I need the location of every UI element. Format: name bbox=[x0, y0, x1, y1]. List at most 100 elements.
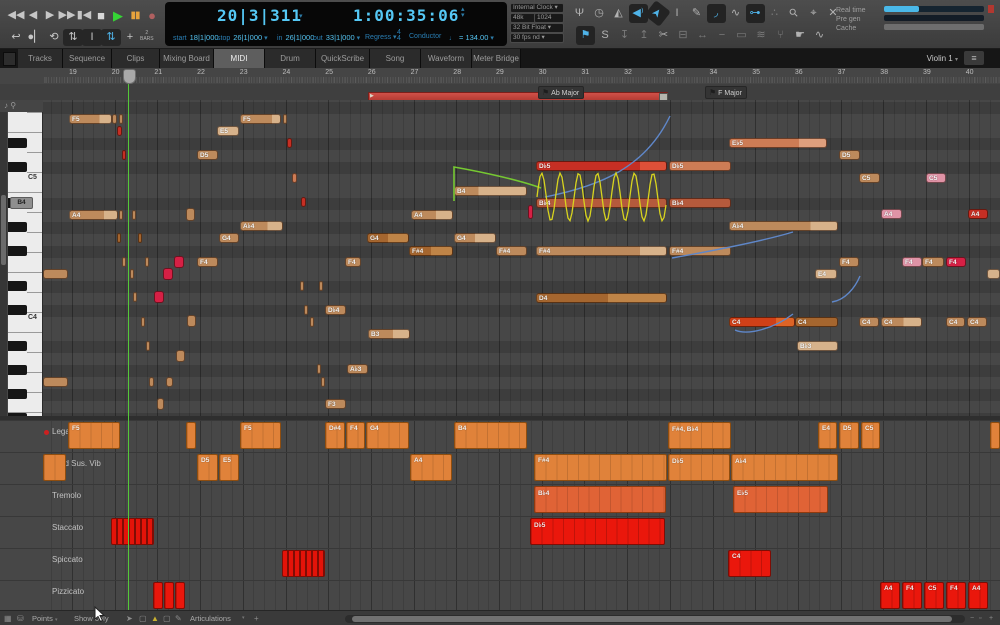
midi-note-G4[interactable]: G4 bbox=[454, 233, 496, 243]
midi-note[interactable] bbox=[119, 210, 123, 220]
key-tool[interactable]: ⊶ bbox=[745, 4, 765, 23]
sample-rate-select[interactable]: 48k bbox=[510, 13, 536, 23]
metronome-icon[interactable]: ◭ bbox=[609, 4, 628, 23]
add-button[interactable]: + bbox=[120, 29, 140, 46]
mic-icon[interactable]: Ψ bbox=[570, 4, 589, 23]
articulations-menu[interactable]: Articulations bbox=[190, 611, 231, 625]
insert-mode-button[interactable]: I bbox=[82, 29, 102, 46]
merge-tool[interactable]: − bbox=[713, 26, 732, 45]
out-field[interactable]: out 33|1|000 ▾ bbox=[313, 33, 360, 42]
articulation-block-F4[interactable]: F4 bbox=[902, 582, 922, 609]
piano-roll-grid[interactable]: F5 F5 E5 D5 A4 A♭4 G4 F4 F4 D♭4 B3 A♭3 F3 D♭5 D♭5 B4 B♭4… bbox=[0, 100, 1000, 416]
black-key[interactable] bbox=[8, 305, 27, 315]
marker-strip[interactable]: ▶ ⚑ Ab Major ⚑ F Major bbox=[0, 84, 1000, 102]
midi-note-F5[interactable]: F5 bbox=[69, 114, 112, 124]
tempo-field[interactable]: ♩ = 134.00 ▾ bbox=[449, 33, 494, 42]
midi-note-B3[interactable]: B3 bbox=[368, 329, 410, 339]
articulation-block[interactable] bbox=[282, 550, 325, 577]
articulation-block[interactable] bbox=[990, 422, 1000, 449]
midi-note-A4[interactable]: A4 bbox=[411, 210, 453, 220]
midi-note-A4[interactable]: A4 bbox=[968, 209, 988, 219]
articulation-block-D♭5[interactable]: D♭5 bbox=[530, 518, 665, 545]
crosshair-tool[interactable]: ⌖ bbox=[804, 4, 823, 23]
midi-note-D5[interactable]: D5 bbox=[839, 150, 860, 160]
note-icon[interactable]: ♪ ⚲ bbox=[4, 101, 16, 110]
trim-tool[interactable]: ⊟ bbox=[674, 26, 693, 45]
tab-tracks[interactable]: Tracks bbox=[18, 49, 63, 68]
black-key[interactable] bbox=[8, 365, 27, 375]
midi-note-E4[interactable] bbox=[987, 269, 1000, 279]
midi-note-F#4[interactable]: F#4 bbox=[536, 246, 667, 256]
midi-note-B♭4[interactable]: B♭4 bbox=[536, 198, 667, 208]
piano-keyboard[interactable]: C5 C4 B4 bbox=[8, 102, 43, 416]
lfo-tool[interactable]: ∿ bbox=[810, 26, 829, 45]
bar-beat-tick-counter[interactable]: 20|3|311 bbox=[217, 6, 302, 25]
articulation-block-D♭5[interactable]: D♭5 bbox=[668, 454, 730, 481]
midi-note[interactable] bbox=[310, 317, 314, 327]
horizontal-scrollbar[interactable] bbox=[345, 615, 965, 623]
key-signature-marker[interactable]: ⚑ Ab Major bbox=[538, 86, 585, 99]
pointer-filter-icon[interactable]: ➤ bbox=[126, 611, 133, 625]
articulation-block[interactable] bbox=[153, 582, 163, 609]
midi-note[interactable] bbox=[119, 114, 123, 124]
pen-filter-icon[interactable]: ✎ bbox=[175, 611, 182, 625]
midi-note[interactable] bbox=[117, 233, 121, 243]
triangle-filter-icon[interactable]: ▲ bbox=[151, 611, 159, 625]
clock-source-select[interactable]: Internal Clock ▾ bbox=[510, 3, 564, 13]
midi-note[interactable] bbox=[43, 377, 68, 387]
midi-note[interactable] bbox=[292, 173, 297, 183]
midi-note-A♭3[interactable]: A♭3 bbox=[347, 364, 368, 374]
midi-note[interactable] bbox=[528, 205, 533, 219]
midi-note-D♭4[interactable]: D♭4 bbox=[325, 305, 346, 315]
pencil-tool[interactable]: ✎ bbox=[687, 4, 706, 23]
meter-field[interactable]: 44 bbox=[397, 29, 401, 42]
midi-note-C5[interactable]: C5 bbox=[859, 173, 880, 183]
smart-tool[interactable]: S bbox=[596, 26, 615, 45]
link-playback-button[interactable]: ⇅ bbox=[101, 29, 121, 46]
menu-icon[interactable]: ≡ bbox=[964, 51, 984, 65]
midi-note-C4[interactable]: C4 bbox=[729, 317, 795, 327]
stretch-tool[interactable]: ≋ bbox=[752, 26, 771, 45]
clock-icon[interactable]: ◷ bbox=[590, 4, 609, 23]
memory-cycle-button[interactable]: ⟲ bbox=[44, 29, 64, 46]
black-key[interactable] bbox=[8, 389, 27, 399]
midi-note[interactable] bbox=[138, 233, 142, 243]
midi-note[interactable] bbox=[163, 268, 173, 280]
midi-note[interactable] bbox=[319, 281, 323, 291]
articulation-block-D5[interactable]: D5 bbox=[197, 454, 218, 481]
articulation-lanes[interactable]: Legato F5 F5 D#4 F4 G4 B4 F#4, B♭4 E4 D5 C5 Sord Su… bbox=[0, 416, 1000, 614]
midi-note[interactable] bbox=[145, 257, 149, 267]
midi-note-A4[interactable]: A4 bbox=[69, 210, 118, 220]
midi-note[interactable] bbox=[122, 257, 126, 267]
midi-note[interactable] bbox=[141, 317, 145, 327]
midi-note-C5[interactable]: C5 bbox=[926, 173, 946, 183]
marker-flag-icon[interactable]: ⚑ bbox=[576, 26, 595, 45]
insert-down-icon[interactable]: ↧ bbox=[615, 26, 634, 45]
midi-note[interactable] bbox=[157, 398, 164, 410]
hand-tool[interactable]: ☛ bbox=[791, 26, 810, 45]
midi-note[interactable] bbox=[146, 341, 150, 351]
add-lane-icon[interactable]: + bbox=[254, 611, 259, 625]
articulation-block-E♭5[interactable]: E♭5 bbox=[733, 486, 828, 513]
vertical-scrollbar-thumb[interactable] bbox=[1, 195, 6, 265]
articulation-block-B♭4[interactable]: B♭4 bbox=[534, 486, 666, 513]
midi-note-D♭5[interactable]: D♭5 bbox=[669, 161, 731, 171]
zoom-reset-icon[interactable]: ▫ bbox=[979, 611, 981, 625]
midi-note[interactable] bbox=[154, 291, 164, 303]
playhead-marker[interactable] bbox=[123, 69, 136, 84]
midi-note[interactable] bbox=[132, 210, 136, 220]
articulation-block-F#4[interactable]: F#4 bbox=[534, 454, 667, 481]
midi-note-F3[interactable]: F3 bbox=[325, 399, 346, 409]
midi-note-E5[interactable]: E5 bbox=[217, 126, 239, 136]
articulation-block-C5[interactable]: C5 bbox=[924, 582, 944, 609]
midi-note[interactable] bbox=[186, 208, 195, 221]
selected-key-tag[interactable]: B4 bbox=[10, 197, 33, 209]
wave-tool[interactable]: ∿ bbox=[726, 4, 745, 23]
midi-note[interactable] bbox=[43, 269, 68, 279]
black-key[interactable] bbox=[8, 341, 27, 351]
undo-button[interactable]: ↩ bbox=[6, 29, 26, 46]
midi-note-E♭5[interactable]: E♭5 bbox=[729, 138, 827, 148]
articulation-block[interactable] bbox=[186, 422, 196, 449]
lane-record-dot[interactable] bbox=[44, 430, 49, 435]
articulation-block-A4[interactable]: A4 bbox=[410, 454, 452, 481]
